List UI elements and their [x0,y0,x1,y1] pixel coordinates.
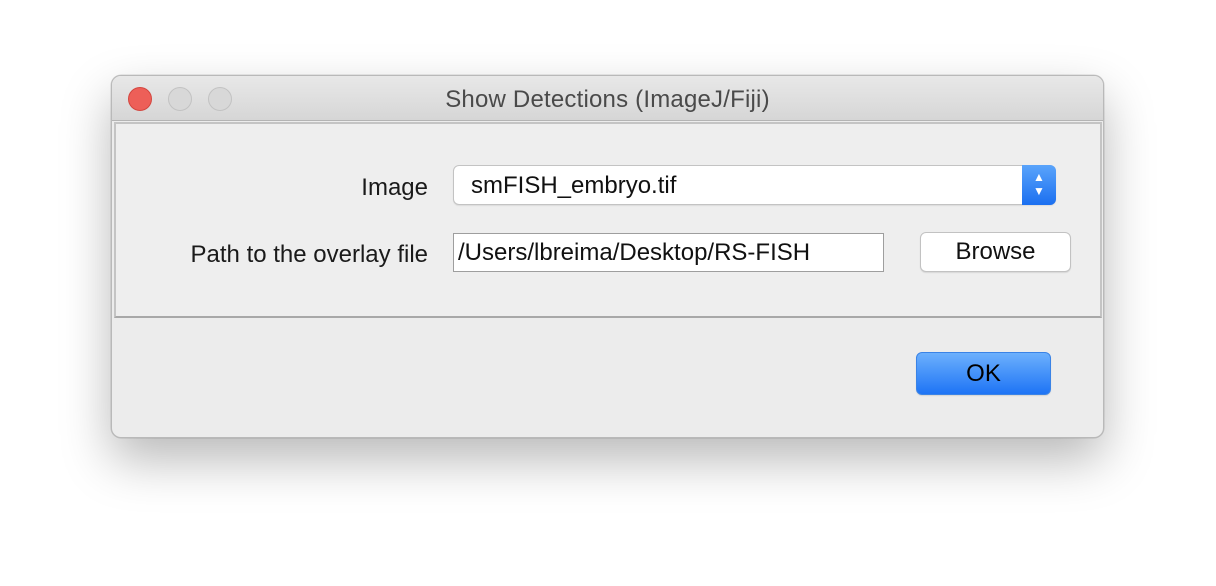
image-select[interactable]: smFISH_embryo.tif ▲ ▼ [453,165,1056,205]
ok-button[interactable]: OK [916,352,1051,395]
overlay-path-value: /Users/lbreima/Desktop/RS-FISH [458,239,811,266]
image-label: Image [361,174,428,201]
image-select-value: smFISH_embryo.tif [471,172,677,199]
dialog-window: Show Detections (ImageJ/Fiji) Image smFI… [111,75,1104,438]
options-panel: Image smFISH_embryo.tif ▲ ▼ Path to the o… [114,122,1102,318]
window-title: Show Detections (ImageJ/Fiji) [445,86,770,113]
overlay-path-input[interactable]: /Users/lbreima/Desktop/RS-FISH [453,233,884,272]
overlay-path-label: Path to the overlay file [190,241,428,268]
updown-chevron-icon[interactable]: ▲ ▼ [1022,165,1056,205]
title-bar: Show Detections (ImageJ/Fiji) [112,76,1103,121]
browse-button[interactable]: Browse [920,232,1071,272]
